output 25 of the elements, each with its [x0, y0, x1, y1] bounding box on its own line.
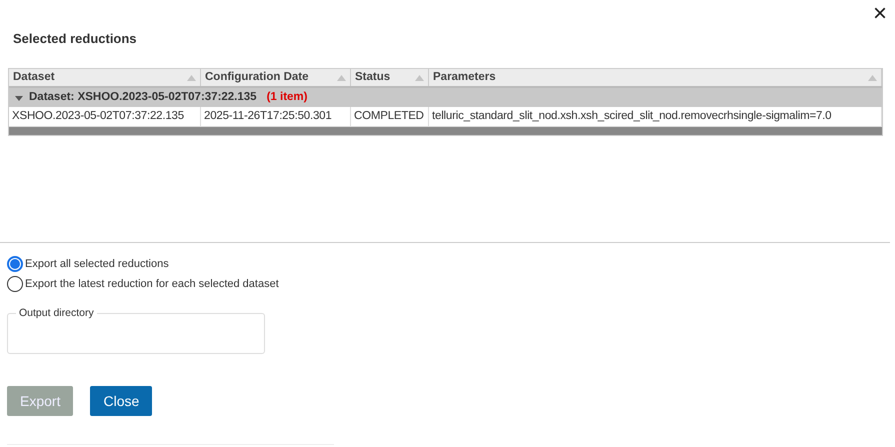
table-cell: XSHOO.2023-05-02T07:37:22.135: [9, 107, 201, 126]
radio-button[interactable]: [7, 256, 23, 272]
column-header[interactable]: Configuration Date: [201, 69, 351, 86]
item-count: (1 item): [266, 90, 308, 105]
group-row[interactable]: Dataset: XSHOO.2023-05-02T07:37:22.135 (1 item): [9, 88, 882, 107]
action-button[interactable]: Close: [90, 386, 152, 416]
dialog-title: Selected reductions: [13, 30, 137, 48]
radio-button[interactable]: [7, 276, 23, 292]
radio-label: Export the latest reduction for each selected dataset: [25, 276, 279, 292]
sort-icon: [415, 74, 424, 80]
field-label: Output directory: [18, 308, 95, 318]
table-cell: 2025-11-26T17:25:50.301: [201, 107, 351, 126]
radio-label: Export all selected reductions: [25, 257, 169, 272]
output-directory-field[interactable]: Output directory: [7, 308, 265, 354]
column-header[interactable]: Status: [351, 69, 429, 86]
sort-icon: [337, 74, 346, 80]
sort-icon: [187, 74, 196, 80]
caret-icon: [15, 94, 23, 102]
table-cell: COMPLETED: [351, 107, 429, 126]
close-button[interactable]: ×: [868, 2, 891, 26]
sort-icon: [868, 74, 877, 80]
column-header[interactable]: Parameters: [429, 69, 882, 86]
group-label: Dataset: XSHOO.2023-05-02T07:37:22.135: [29, 90, 257, 105]
column-header[interactable]: Dataset: [9, 69, 201, 86]
table-cell: telluric_standard_slit_nod.xsh.xsh_scired_slit_nod.removecrhsingle-sigmalim=7.0: [429, 107, 882, 126]
